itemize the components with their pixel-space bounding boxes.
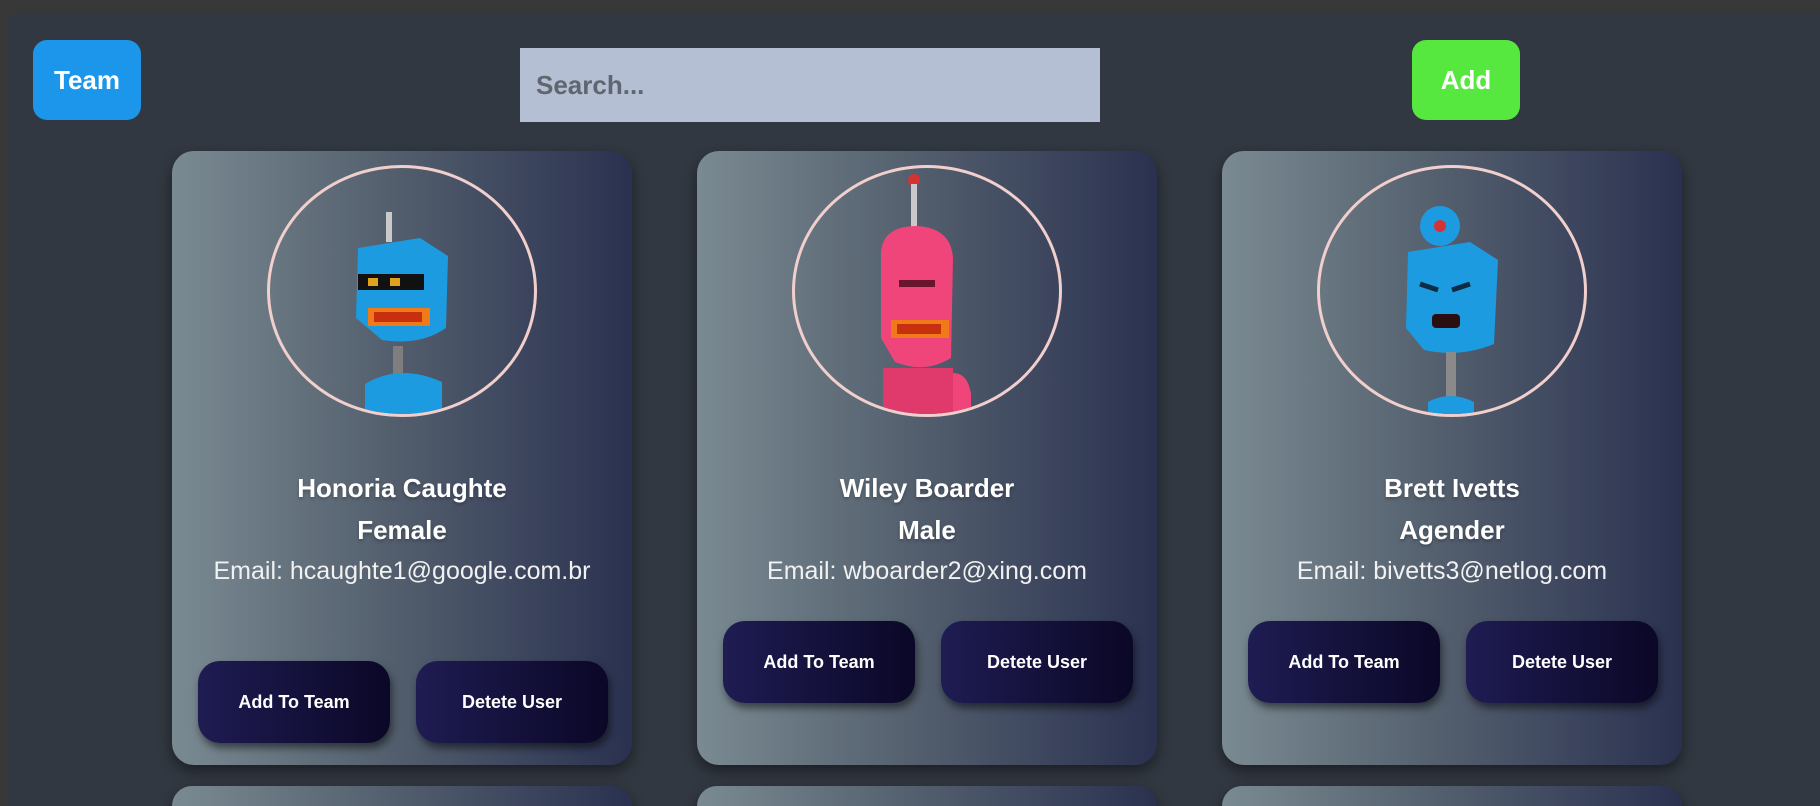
card-actions: Add To Team Detete User [1248, 621, 1658, 703]
user-card-partial [697, 786, 1157, 806]
user-info: Honoria Caughte Female Email: hcaughte1@… [172, 467, 632, 591]
card-actions: Add To Team Detete User [723, 621, 1133, 703]
blue-robot-avatar-icon [356, 212, 448, 414]
user-gender: Male [898, 515, 956, 545]
user-name: Wiley Boarder [839, 473, 1015, 503]
user-avatar [267, 165, 537, 417]
main-panel: Team Add Honoria Caughte Female Email: h… [7, 14, 1820, 806]
card-actions: Add To Team Detete User [198, 661, 608, 743]
delete-user-button[interactable]: Detete User [416, 661, 608, 743]
pink-robot-avatar-icon [881, 174, 971, 414]
user-info: Wiley Boarder Male Email: wboarder2@xing… [697, 467, 1157, 591]
user-gender: Female [357, 515, 447, 545]
add-to-team-button[interactable]: Add To Team [723, 621, 915, 703]
user-card: Honoria Caughte Female Email: hcaughte1@… [172, 151, 632, 765]
user-avatar [1317, 165, 1587, 417]
user-email: Email: bivetts3@netlog.com [1296, 557, 1608, 585]
user-email: Email: hcaughte1@google.com.br [213, 557, 591, 585]
user-card-partial [172, 786, 632, 806]
user-name: Brett Ivetts [1384, 473, 1520, 503]
user-card: Wiley Boarder Male Email: wboarder2@xing… [697, 151, 1157, 765]
add-button[interactable]: Add [1412, 40, 1520, 120]
user-gender: Agender [1399, 515, 1505, 545]
delete-user-button[interactable]: Detete User [941, 621, 1133, 703]
user-info: Brett Ivetts Agender Email: bivetts3@net… [1222, 467, 1682, 591]
delete-user-button[interactable]: Detete User [1466, 621, 1658, 703]
user-card-partial [1222, 786, 1682, 806]
team-button[interactable]: Team [33, 40, 141, 120]
user-name: Honoria Caughte [297, 473, 507, 503]
add-to-team-button[interactable]: Add To Team [198, 661, 390, 743]
user-email: Email: wboarder2@xing.com [767, 557, 1087, 585]
user-avatar [792, 165, 1062, 417]
blue-robot-avatar-icon [1406, 206, 1498, 414]
add-to-team-button[interactable]: Add To Team [1248, 621, 1440, 703]
search-input[interactable] [520, 48, 1100, 122]
user-card: Brett Ivetts Agender Email: bivetts3@net… [1222, 151, 1682, 765]
